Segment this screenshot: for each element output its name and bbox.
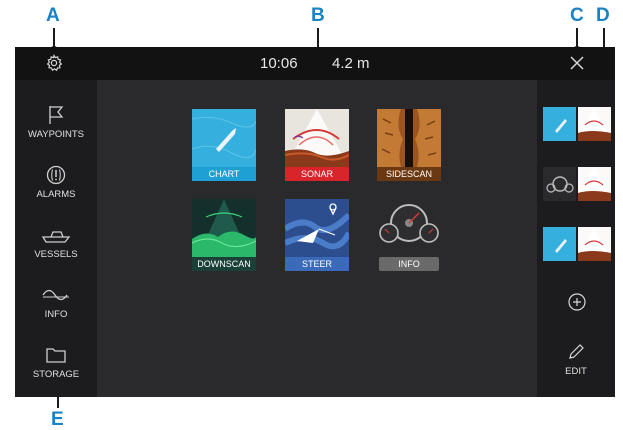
callout-d: D: [596, 5, 610, 26]
chart-app-icon: [192, 109, 256, 167]
sidebar-item-label: ALARMS: [36, 189, 76, 200]
sidebar-item-label: WAYPOINTS: [28, 129, 84, 140]
status-bar: 10:06 4.2 m: [15, 47, 615, 80]
sidebar-item-label: STORAGE: [32, 369, 80, 380]
sidebar-item-storage[interactable]: STORAGE: [15, 344, 97, 397]
add-icon: [568, 293, 586, 311]
sidebar-item-alarms[interactable]: ALARMS: [15, 164, 97, 220]
boat-icon: [41, 231, 71, 243]
sidebar-item-waypoints[interactable]: WAYPOINTS: [15, 104, 97, 160]
app-tile-chart[interactable]: CHART: [192, 109, 256, 181]
app-tile-sonar[interactable]: SONAR: [285, 109, 349, 181]
app-tile-info[interactable]: INFO: [377, 199, 441, 271]
chart-sonar-split-icon: [543, 227, 611, 261]
app-tile-downscan[interactable]: DOWNSCAN: [192, 199, 256, 271]
app-tile-label: STEER: [285, 257, 349, 271]
app-tile-steer[interactable]: STEER: [285, 199, 349, 271]
favorite-gauge-sonar[interactable]: [543, 167, 611, 201]
app-tile-sidescan[interactable]: SIDESCAN: [377, 109, 441, 181]
app-tile-label: INFO: [379, 257, 439, 271]
app-tile-label: DOWNSCAN: [192, 257, 256, 271]
sidescan-app-icon: [377, 109, 441, 167]
chart-sonar-split-icon: [543, 107, 611, 141]
pencil-icon: [569, 344, 584, 359]
steer-app-icon: [285, 199, 349, 257]
callout-a: A: [46, 5, 60, 26]
edit-label: EDIT: [565, 366, 587, 377]
folder-icon: [46, 348, 66, 363]
callout-b: B: [311, 5, 325, 26]
favorites-bar: EDIT: [537, 80, 615, 397]
app-tile-label: SIDESCAN: [377, 167, 441, 181]
sonar-app-icon: [285, 109, 349, 167]
callout-e: E: [51, 409, 64, 430]
callout-c: C: [570, 5, 584, 26]
flag-icon: [49, 106, 64, 124]
favorite-chart-sonar[interactable]: [543, 107, 611, 141]
sidebar-item-label: VESSELS: [34, 249, 78, 260]
time-display: 10:06: [260, 55, 298, 72]
sidebar: WAYPOINTS ALARMS VESSELS INFO STORAGE: [15, 80, 97, 397]
gauge-app-icon: [379, 204, 439, 243]
gauge-sonar-split-icon: [543, 167, 611, 201]
home-screen: 10:06 4.2 m WAYPOINTS ALARMS VESSELS INF…: [15, 47, 615, 397]
add-favorite-button[interactable]: [567, 292, 587, 312]
wave-icon: [42, 289, 69, 301]
depth-display: 4.2 m: [332, 55, 370, 72]
app-tile-label: SONAR: [285, 167, 349, 181]
edit-button[interactable]: EDIT: [554, 342, 598, 386]
favorite-chart-sonar-2[interactable]: [543, 227, 611, 261]
downscan-app-icon: [192, 199, 256, 257]
alarm-icon: [46, 165, 66, 185]
close-icon[interactable]: [570, 56, 584, 70]
sidebar-item-vessels[interactable]: VESSELS: [15, 224, 97, 280]
sidebar-item-label: INFO: [44, 309, 68, 320]
sidebar-item-info[interactable]: INFO: [15, 284, 97, 340]
settings-icon[interactable]: [45, 53, 63, 72]
app-tile-label: CHART: [192, 167, 256, 181]
